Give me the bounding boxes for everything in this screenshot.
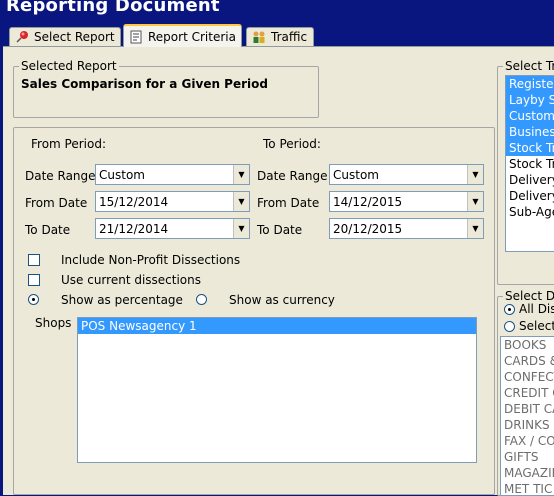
chevron-down-icon[interactable]: ▼ bbox=[467, 219, 483, 238]
chevron-down-icon[interactable]: ▼ bbox=[233, 165, 249, 184]
from-from-date-value: 15/12/2014 bbox=[99, 194, 169, 209]
transactions-list[interactable]: Register Layby Sa Custome Business Stock… bbox=[505, 75, 554, 252]
to-from-date-value: 14/12/2015 bbox=[333, 194, 403, 209]
from-to-date-picker[interactable]: 21/12/2014 ▼ bbox=[95, 218, 250, 239]
list-item[interactable]: MET TIC bbox=[501, 481, 554, 495]
list-item[interactable]: Stock Tr bbox=[506, 156, 554, 172]
list-item[interactable]: CARDS & bbox=[501, 353, 554, 369]
list-item[interactable]: BOOKS bbox=[501, 337, 554, 353]
to-date-range-value: Custom bbox=[333, 167, 379, 182]
shops-label: Shops bbox=[35, 316, 72, 330]
from-date-range-value: Custom bbox=[99, 167, 145, 182]
include-non-profit-checkbox[interactable] bbox=[28, 254, 40, 266]
dissections-list[interactable]: BOOKS CARDS & CONFECT CREDIT C DEBIT CA … bbox=[500, 336, 554, 496]
to-date-range-combo[interactable]: Custom ▼ bbox=[329, 164, 484, 185]
to-from-date-picker[interactable]: 14/12/2015 ▼ bbox=[329, 191, 484, 212]
all-dissections-label: All Dis bbox=[519, 302, 554, 316]
list-item[interactable]: Sub-Age bbox=[506, 204, 554, 220]
selected-report-group bbox=[13, 66, 319, 118]
to-date-range-label: Date Range bbox=[257, 169, 328, 183]
selected-report-name: Sales Comparison for a Given Period bbox=[21, 77, 268, 91]
from-from-date-picker[interactable]: 15/12/2014 ▼ bbox=[95, 191, 250, 212]
pushpin-icon bbox=[15, 30, 29, 44]
shops-list[interactable]: POS Newsagency 1 bbox=[77, 317, 477, 463]
chevron-down-icon[interactable]: ▼ bbox=[467, 165, 483, 184]
list-item[interactable]: MAGAZIN bbox=[501, 465, 554, 481]
list-item[interactable]: POS Newsagency 1 bbox=[78, 318, 476, 334]
list-item[interactable]: DRINKS bbox=[501, 417, 554, 433]
report-document-icon bbox=[129, 30, 143, 44]
list-item[interactable]: Stock Tr bbox=[506, 140, 554, 156]
show-currency-label: Show as currency bbox=[229, 293, 335, 307]
chevron-down-icon[interactable]: ▼ bbox=[233, 219, 249, 238]
use-current-dissections-label: Use current dissections bbox=[61, 273, 202, 287]
window-title: Reporting Document bbox=[6, 0, 220, 16]
to-from-date-label: From Date bbox=[257, 196, 320, 210]
list-item[interactable]: CREDIT C bbox=[501, 385, 554, 401]
list-item[interactable]: FAX / CO bbox=[501, 433, 554, 449]
to-to-date-value: 20/12/2015 bbox=[333, 221, 403, 236]
chevron-down-icon[interactable]: ▼ bbox=[467, 192, 483, 211]
tab-select-report[interactable]: Select Report bbox=[9, 27, 121, 46]
list-item[interactable]: Layby Sa bbox=[506, 92, 554, 108]
chevron-down-icon[interactable]: ▼ bbox=[233, 192, 249, 211]
tab-report-criteria[interactable]: Report Criteria bbox=[123, 24, 242, 47]
select-dissections-radio[interactable] bbox=[504, 321, 515, 332]
all-dissections-radio[interactable] bbox=[504, 304, 515, 315]
selected-report-group-label: Selected Report bbox=[19, 59, 119, 73]
show-percentage-radio[interactable] bbox=[28, 294, 39, 305]
from-date-range-label: Date Range bbox=[25, 169, 96, 183]
people-icon bbox=[252, 30, 266, 44]
select-transactions-group-label: Select Tr bbox=[503, 59, 554, 73]
tab-traffic-label: Traffic bbox=[271, 30, 308, 44]
from-period-heading: From Period: bbox=[31, 137, 107, 151]
list-item[interactable]: Delivery bbox=[506, 172, 554, 188]
to-period-heading: To Period: bbox=[263, 137, 321, 151]
from-from-date-label: From Date bbox=[25, 196, 88, 210]
select-dissections-label: Select bbox=[519, 319, 554, 333]
to-to-date-label: To Date bbox=[257, 223, 303, 237]
use-current-dissections-checkbox[interactable] bbox=[28, 274, 40, 286]
list-item[interactable]: Delivery bbox=[506, 188, 554, 204]
tab-report-criteria-label: Report Criteria bbox=[148, 29, 236, 44]
show-percentage-label: Show as percentage bbox=[61, 293, 183, 307]
tab-select-report-label: Select Report bbox=[34, 30, 115, 44]
list-item[interactable]: CONFECT bbox=[501, 369, 554, 385]
list-item[interactable]: DEBIT CA bbox=[501, 401, 554, 417]
list-item[interactable]: Business bbox=[506, 124, 554, 140]
tab-traffic[interactable]: Traffic bbox=[246, 27, 314, 46]
from-to-date-value: 21/12/2014 bbox=[99, 221, 169, 236]
from-date-range-combo[interactable]: Custom ▼ bbox=[95, 164, 250, 185]
include-non-profit-label: Include Non-Profit Dissections bbox=[61, 253, 241, 267]
select-dissections-group-label: Select Di bbox=[503, 289, 554, 303]
to-to-date-picker[interactable]: 20/12/2015 ▼ bbox=[329, 218, 484, 239]
list-item[interactable]: Custome bbox=[506, 108, 554, 124]
show-currency-radio[interactable] bbox=[196, 294, 207, 305]
from-to-date-label: To Date bbox=[25, 223, 71, 237]
report-criteria-panel: Selected Report Sales Comparison for a G… bbox=[3, 46, 554, 496]
list-item[interactable]: GIFTS bbox=[501, 449, 554, 465]
list-item[interactable]: Register bbox=[506, 76, 554, 92]
